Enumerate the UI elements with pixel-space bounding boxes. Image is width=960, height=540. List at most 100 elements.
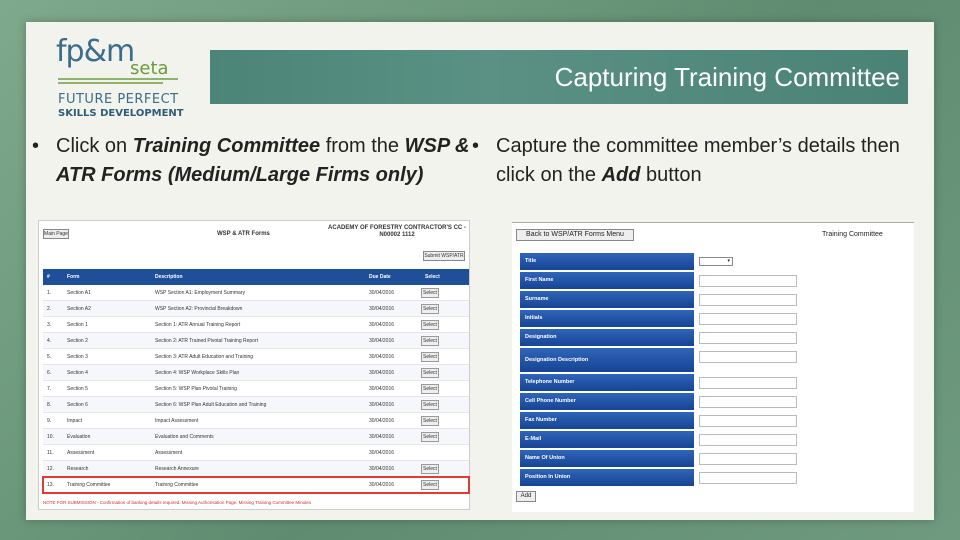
field-row — [698, 310, 800, 327]
row-description: Section 1: ATR Annual Training Report — [155, 322, 241, 328]
text-field[interactable] — [699, 275, 797, 287]
text-field[interactable] — [699, 332, 797, 344]
add-button[interactable]: Add — [516, 491, 536, 502]
table-row: 6. Section 4 Section 4: WSP Workplace Skil… — [43, 365, 469, 381]
training-committee-title: Training Committee — [822, 231, 883, 238]
field-label: Cell Phone Number — [520, 393, 694, 410]
bullet-left: • Click on Training Committee from the W… — [32, 132, 476, 190]
select-button[interactable]: Select — [421, 480, 439, 490]
field-label: Designation Description — [520, 348, 694, 372]
row-form: Section 1 — [67, 322, 88, 328]
select-button[interactable]: Select — [421, 320, 439, 330]
text-field[interactable] — [699, 453, 797, 465]
training-committee-screenshot: Back to WSP/ATR Forms Menu Training Comm… — [512, 222, 914, 512]
field-label: E-Mail — [520, 431, 694, 448]
field-label: Surname — [520, 291, 694, 308]
title-banner: Capturing Training Committee — [210, 50, 908, 104]
table-row: 5. Section 3 Section 3: ATR Adult Educatio… — [43, 349, 469, 365]
row-number: 13. — [47, 482, 54, 488]
select-button[interactable]: Select — [421, 336, 439, 346]
select-button[interactable]: Select — [421, 288, 439, 298]
row-form: Section 4 — [67, 370, 88, 376]
row-due-date: 30/04/2016 — [369, 418, 395, 424]
text-field[interactable] — [699, 434, 797, 446]
organisation-name: ACADEMY OF FORESTRY CONTRACTOR'S CC - N0… — [328, 225, 466, 238]
row-number: 9. — [47, 418, 52, 424]
field-label: Position In Union — [520, 469, 694, 486]
row-description: WSP Section A2: Provincial Breakdown — [155, 306, 243, 312]
row-form: Assessment — [67, 450, 95, 456]
slide-background: fp&m seta FUTURE PERFECT SKILLS DEVELOPM… — [0, 0, 960, 540]
row-description: Section 6: WSP Plan Adult Education and … — [155, 402, 267, 408]
field-row — [698, 431, 800, 448]
table-row: 3. Section 1 Section 1: ATR Annual Trainin… — [43, 317, 469, 333]
row-number: 3. — [47, 322, 52, 328]
table-row: 13. Training Committee Training Committee 3… — [42, 476, 470, 494]
field-row — [698, 329, 800, 346]
row-number: 5. — [47, 354, 52, 360]
text-field[interactable] — [699, 351, 797, 363]
main-page-button[interactable]: Main Page — [43, 229, 69, 239]
table-row: 11. Assessment Assessment 30/04/2016 — [43, 445, 469, 461]
text-field[interactable] — [699, 377, 797, 389]
select-button[interactable]: Select — [421, 384, 439, 394]
row-number: 6. — [47, 370, 52, 376]
logo-seta: seta — [130, 58, 169, 79]
row-description: Section 3: ATR Adult Education and Train… — [155, 354, 254, 360]
row-description: Training Committee — [155, 482, 199, 488]
slide-title: Capturing Training Committee — [554, 62, 900, 92]
field-inputs: ▾ — [698, 253, 800, 488]
row-form: Section 6 — [67, 402, 88, 408]
logo-line2: SKILLS DEVELOPMENT — [58, 108, 184, 119]
field-label: Name Of Union — [520, 450, 694, 467]
row-description: Section 4: WSP Workplace Skills Plan — [155, 370, 240, 376]
text-field[interactable] — [699, 294, 797, 306]
row-form: Research — [67, 466, 89, 472]
bullet-text: Click on — [56, 135, 133, 157]
col-number: # — [47, 274, 50, 280]
row-description: Research Annexure — [155, 466, 199, 472]
row-form: Section A2 — [67, 306, 91, 312]
select-button[interactable]: Select — [421, 400, 439, 410]
logo-line1: FUTURE PERFECT — [58, 92, 179, 107]
col-description: Description — [155, 274, 183, 280]
logo-rule — [58, 78, 178, 80]
row-due-date: 30/04/2016 — [369, 306, 395, 312]
field-row: ▾ — [698, 253, 800, 270]
row-due-date: 30/04/2016 — [369, 482, 395, 488]
select-button[interactable]: Select — [421, 464, 439, 474]
bullet-dot: • — [32, 135, 40, 157]
table-row: 7. Section 5 Section 5: WSP Plan Pivotal T… — [43, 381, 469, 397]
forms-header-title: WSP & ATR Forms — [217, 231, 270, 237]
row-due-date: 30/04/2016 — [369, 338, 395, 344]
row-due-date: 30/04/2016 — [369, 402, 395, 408]
text-field[interactable] — [699, 313, 797, 325]
back-to-forms-button[interactable]: Back to WSP/ATR Forms Menu — [516, 229, 634, 241]
row-number: 4. — [47, 338, 52, 344]
field-label: Designation — [520, 329, 694, 346]
row-number: 10. — [47, 434, 54, 440]
field-row — [698, 469, 800, 486]
bullet-text: button — [640, 164, 702, 186]
select-button[interactable]: Select — [421, 304, 439, 314]
table-row: 8. Section 6 Section 6: WSP Plan Adult Edu… — [43, 397, 469, 413]
table-row: 4. Section 2 Section 2: ATR Trained Pivota… — [43, 333, 469, 349]
select-button[interactable]: Select — [421, 352, 439, 362]
submit-wsp-atr-button[interactable]: Submit WSP/ATR — [423, 251, 465, 261]
field-labels: Title First Name Surname Initials Designatio… — [520, 253, 694, 488]
select-button[interactable]: Select — [421, 432, 439, 442]
row-form: Training Committee — [67, 482, 111, 488]
title-select[interactable]: ▾ — [699, 257, 733, 266]
bullet-text: from the — [320, 135, 405, 157]
text-field[interactable] — [699, 472, 797, 484]
logo-brand: fp&m — [56, 34, 135, 69]
text-field[interactable] — [699, 415, 797, 427]
col-form: Form — [67, 274, 80, 280]
select-button[interactable]: Select — [421, 368, 439, 378]
text-field[interactable] — [699, 396, 797, 408]
logo-rule — [58, 82, 163, 84]
select-button[interactable]: Select — [421, 416, 439, 426]
table-row: 12. Research Research Annexure 30/04/2016 Se… — [43, 461, 469, 477]
table-row: 9. Impact Impact Assessment 30/04/2016 Selec… — [43, 413, 469, 429]
row-due-date: 30/04/2016 — [369, 322, 395, 328]
